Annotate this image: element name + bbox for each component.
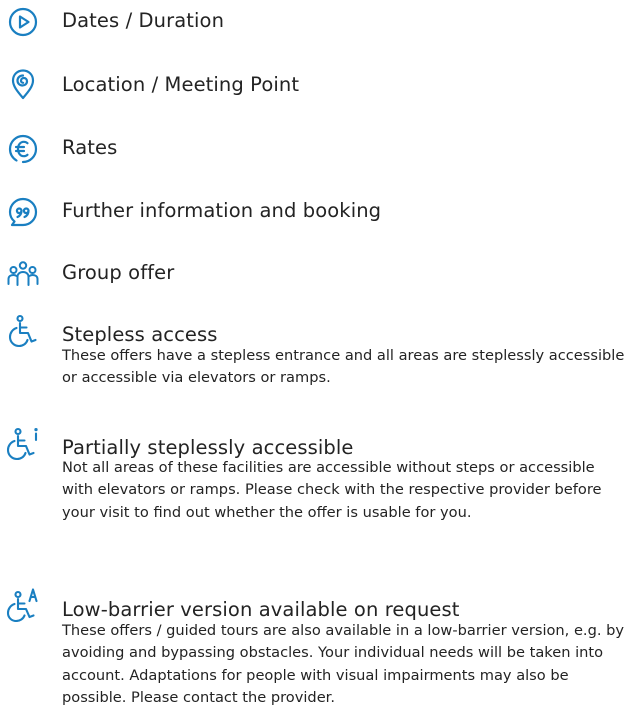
- location-pin-icon: [6, 67, 40, 101]
- legend-title: Stepless access: [62, 323, 218, 346]
- wheelchair-icon: [6, 314, 40, 348]
- group-icon: [6, 258, 40, 292]
- wheelchair-a-icon: [6, 588, 40, 622]
- legend-title: Location / Meeting Point: [62, 73, 300, 96]
- legend-title: Low-barrier version available on request: [62, 598, 460, 621]
- legend-title: Dates / Duration: [62, 9, 225, 32]
- legend-description: These offers / guided tours are also ava…: [62, 622, 625, 706]
- legend-title: Rates: [62, 136, 118, 159]
- play-circle-icon: [6, 5, 40, 39]
- legend-description: These offers have a stepless entrance an…: [62, 347, 625, 387]
- euro-circle-icon: [6, 132, 40, 166]
- speech-bubble-icon: [6, 195, 40, 229]
- legend-title: Further information and booking: [62, 199, 382, 222]
- legend-title: Group offer: [62, 261, 175, 284]
- wheelchair-info-icon: [6, 427, 40, 461]
- legend-description: Not all areas of these facilities are ac…: [62, 459, 602, 521]
